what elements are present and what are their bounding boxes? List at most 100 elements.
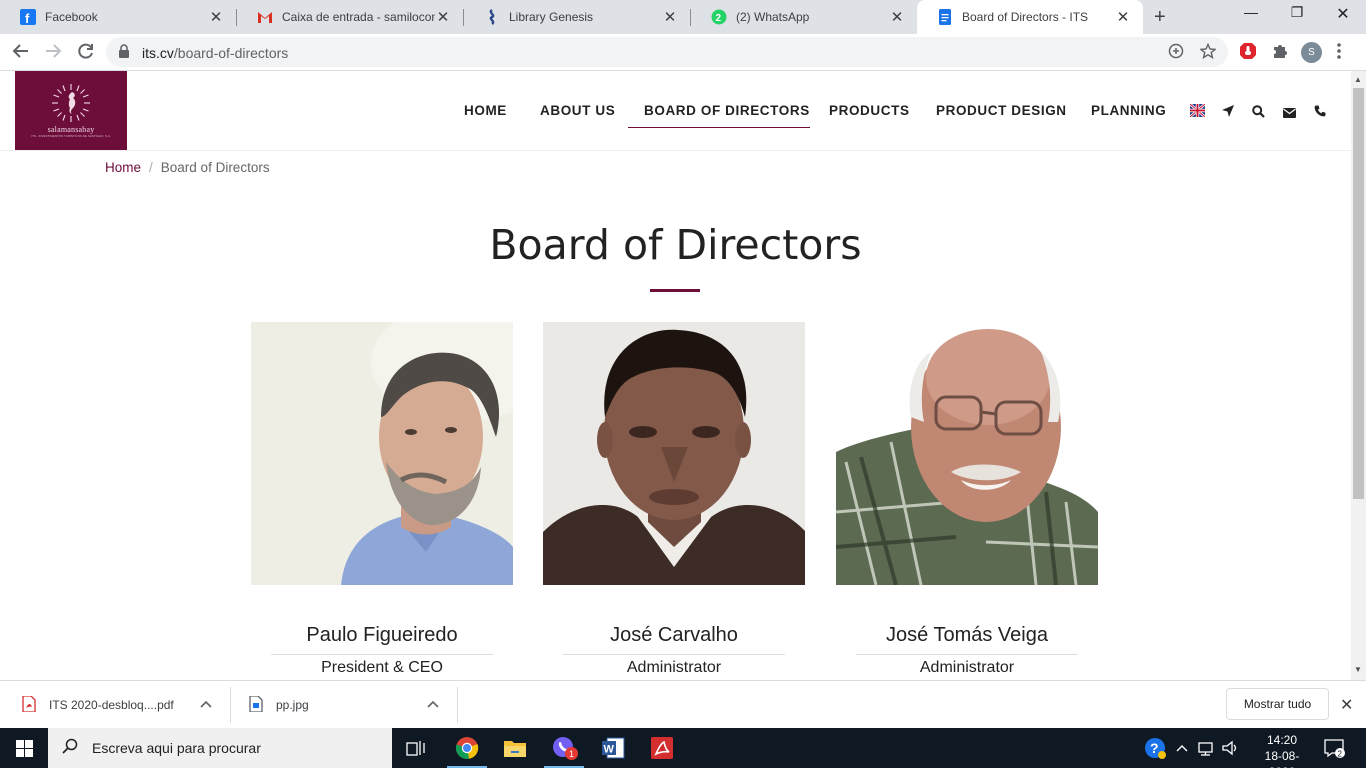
notification-count: 2: [1338, 750, 1343, 759]
director-photo[interactable]: [543, 322, 805, 585]
close-download-bar-icon[interactable]: ✕: [1340, 695, 1353, 715]
volume-icon[interactable]: [1222, 728, 1240, 768]
network-icon[interactable]: [1198, 728, 1216, 768]
chevron-up-icon[interactable]: [427, 697, 439, 711]
docs-icon: [937, 9, 953, 25]
seahorse-emblem-icon: [52, 84, 90, 122]
task-view-button[interactable]: [392, 728, 440, 768]
taskbar-clock[interactable]: 14:20 18-08-2020: [1254, 732, 1310, 780]
name-divider: [271, 654, 493, 655]
scrollbar-thumb[interactable]: [1353, 88, 1364, 499]
tab-gmail[interactable]: Caixa de entrada - samiloconceição ✕: [237, 0, 463, 34]
action-center-icon[interactable]: 2: [1323, 728, 1345, 768]
add-shortcut-icon[interactable]: [1168, 43, 1184, 62]
director-portrait-image: [251, 322, 513, 585]
director-name: José Carvalho: [610, 624, 738, 646]
search-icon[interactable]: [1252, 105, 1265, 121]
viber-notification-badge: 1: [565, 747, 578, 760]
tab-facebook[interactable]: f Facebook ✕: [0, 0, 236, 34]
nav-product-design[interactable]: PRODUCT DESIGN: [936, 103, 1067, 123]
nav-products[interactable]: PRODUCTS: [829, 103, 910, 123]
folder-icon: [504, 741, 526, 757]
close-window-button[interactable]: ✕: [1320, 4, 1366, 24]
envelope-icon[interactable]: [1283, 106, 1296, 121]
taskbar-search-placeholder: Escreva aqui para procurar: [92, 740, 261, 756]
tray-chevron-up-icon[interactable]: [1176, 728, 1188, 768]
taskbar-acrobat[interactable]: [638, 728, 686, 768]
show-all-downloads-button[interactable]: Mostrar tudo: [1226, 688, 1329, 720]
restore-button[interactable]: ❐: [1274, 4, 1320, 21]
tab-close-icon[interactable]: ✕: [208, 8, 224, 26]
page-scrollbar[interactable]: ▲ ▼: [1351, 71, 1366, 680]
nav-planning[interactable]: PLANNING: [1091, 103, 1166, 123]
profile-avatar[interactable]: S: [1301, 42, 1322, 63]
director-name: Paulo Figueiredo: [306, 624, 458, 646]
forward-arrow-icon: [46, 44, 62, 58]
location-arrow-icon[interactable]: [1222, 105, 1234, 120]
download-item-pdf[interactable]: ITS 2020-desbloq....pdf: [22, 681, 222, 729]
tab-board-of-directors[interactable]: Board of Directors - ITS ✕: [917, 0, 1143, 34]
director-portrait-image: [543, 322, 805, 585]
pdf-icon: [22, 694, 36, 715]
tab-close-icon[interactable]: ✕: [435, 8, 451, 26]
tab-title: (2) WhatsApp: [736, 10, 810, 24]
site-logo[interactable]: salamansabay ITS - INVESTIMENTOS TURÍSTI…: [15, 71, 127, 150]
search-icon: [62, 738, 78, 759]
extensions-puzzle-icon[interactable]: [1271, 42, 1289, 63]
download-item-image[interactable]: pp.jpg: [249, 681, 449, 729]
phone-icon[interactable]: [1314, 105, 1326, 120]
lock-icon[interactable]: [118, 44, 130, 63]
web-page: salamansabay ITS - INVESTIMENTOS TURÍSTI…: [0, 71, 1351, 680]
site-header: salamansabay ITS - INVESTIMENTOS TURÍSTI…: [0, 71, 1351, 151]
whatsapp-icon: 2: [711, 9, 727, 25]
back-button[interactable]: [12, 42, 30, 65]
logo-tagline: ITS - INVESTIMENTOS TURÍSTICOS DE SANTIA…: [31, 134, 111, 138]
browser-menu-icon[interactable]: [1336, 42, 1342, 63]
address-bar[interactable]: its.cv/board-of-directors: [106, 37, 1228, 67]
logo-brand-text: salamansabay: [47, 125, 95, 134]
taskbar-word[interactable]: W: [589, 728, 637, 768]
gmail-icon: [257, 9, 273, 25]
acrobat-icon: [651, 737, 673, 759]
director-photo[interactable]: [836, 322, 1098, 585]
breadcrumb-separator: /: [149, 160, 153, 175]
svg-text:?: ?: [1150, 740, 1159, 756]
new-tab-button[interactable]: +: [1154, 6, 1166, 29]
nav-board-of-directors[interactable]: BOARD OF DIRECTORS: [644, 103, 810, 123]
uk-flag-icon[interactable]: [1189, 103, 1206, 120]
browser-tab-strip: f Facebook ✕ Caixa de entrada - samiloco…: [0, 0, 1366, 34]
name-divider: [856, 654, 1078, 655]
bookmark-star-icon[interactable]: [1199, 42, 1217, 62]
tab-title: Board of Directors - ITS: [962, 10, 1089, 24]
task-view-icon: [406, 741, 425, 756]
word-icon: W: [602, 737, 625, 759]
tab-title: Facebook: [45, 10, 98, 24]
nav-home[interactable]: HOME: [464, 103, 507, 123]
taskbar-file-explorer[interactable]: [491, 728, 539, 768]
chevron-up-icon[interactable]: [200, 697, 212, 711]
tab-whatsapp[interactable]: 2 (2) WhatsApp ✕: [691, 0, 917, 34]
adblock-extension-icon[interactable]: [1239, 42, 1257, 63]
facebook-icon: f: [20, 9, 36, 25]
reload-button[interactable]: [77, 42, 95, 65]
nav-about-us[interactable]: ABOUT US: [540, 103, 615, 123]
tab-library-genesis[interactable]: Library Genesis ✕: [464, 0, 690, 34]
scroll-up-arrow-icon[interactable]: ▲: [1354, 75, 1362, 84]
taskbar-viber[interactable]: 1: [540, 728, 588, 768]
download-bar: ITS 2020-desbloq....pdf pp.jpg Mostrar t…: [0, 680, 1366, 728]
taskbar-search-box[interactable]: Escreva aqui para procurar: [48, 728, 392, 768]
tab-close-icon[interactable]: ✕: [1115, 8, 1131, 26]
tab-close-icon[interactable]: ✕: [662, 8, 678, 26]
taskbar-chrome[interactable]: [443, 728, 491, 768]
breadcrumb-home-link[interactable]: Home: [105, 160, 141, 175]
forward-button[interactable]: [44, 42, 62, 65]
clock-date: 18-08-2020: [1264, 749, 1300, 779]
minimize-button[interactable]: —: [1228, 4, 1274, 20]
windows-start-button[interactable]: [0, 728, 48, 768]
scroll-down-arrow-icon[interactable]: ▼: [1354, 665, 1362, 674]
tab-title: Caixa de entrada - samiloconceição: [282, 10, 435, 24]
tab-close-icon[interactable]: ✕: [889, 8, 905, 26]
help-tray-icon[interactable]: ?: [1143, 728, 1167, 768]
director-photo[interactable]: [251, 322, 513, 585]
svg-text:W: W: [604, 744, 615, 756]
